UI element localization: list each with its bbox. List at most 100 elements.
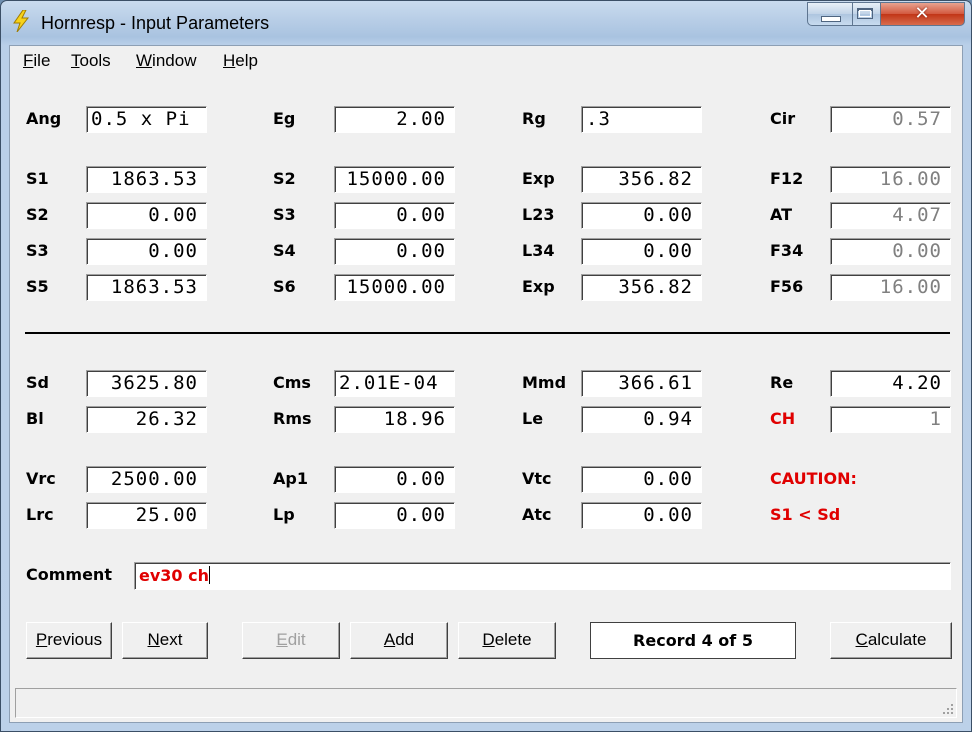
text-caret bbox=[209, 566, 210, 584]
cir-field: 0.57 bbox=[830, 106, 951, 133]
s2-field[interactable]: 15000.00 bbox=[334, 166, 455, 193]
cir-label: Cir bbox=[770, 109, 796, 128]
section-divider bbox=[25, 332, 950, 334]
le-label: Le bbox=[522, 409, 544, 428]
rg-field[interactable]: .3 bbox=[581, 106, 702, 133]
sd-label: Sd bbox=[26, 373, 49, 392]
comment-label: Comment bbox=[26, 565, 112, 584]
window-title: Hornresp - Input Parameters bbox=[41, 13, 270, 33]
comment-text: ev30 ch bbox=[139, 566, 209, 585]
l23-field[interactable]: 0.00 bbox=[581, 202, 702, 229]
application-window: Hornresp - Input Parameters ✕ File Tools… bbox=[0, 0, 972, 732]
mmd-field[interactable]: 366.61 bbox=[581, 370, 702, 397]
menu-bar: File Tools Window Help bbox=[10, 46, 962, 74]
menu-file[interactable]: File bbox=[23, 51, 50, 71]
menu-help[interactable]: Help bbox=[223, 51, 258, 71]
bl-label: Bl bbox=[26, 409, 44, 428]
status-bar bbox=[15, 688, 957, 718]
atc-label: Atc bbox=[522, 505, 552, 524]
vrc-field[interactable]: 2500.00 bbox=[86, 466, 207, 493]
s3-row3-label: S3 bbox=[26, 241, 49, 260]
f56-label: F56 bbox=[770, 277, 804, 296]
l34-label: L34 bbox=[522, 241, 555, 260]
l23-label: L23 bbox=[522, 205, 555, 224]
add-button[interactable]: Add bbox=[350, 622, 448, 659]
next-button[interactable]: Next bbox=[122, 622, 208, 659]
rms-field[interactable]: 18.96 bbox=[334, 406, 455, 433]
close-button[interactable]: ✕ bbox=[881, 2, 965, 26]
menu-window[interactable]: Window bbox=[136, 51, 196, 71]
s1-field[interactable]: 1863.53 bbox=[86, 166, 207, 193]
s3-label: S3 bbox=[273, 205, 296, 224]
lrc-label: Lrc bbox=[26, 505, 54, 524]
menu-tools[interactable]: Tools bbox=[71, 51, 111, 71]
vtc-field[interactable]: 0.00 bbox=[581, 466, 702, 493]
ch-label: CH bbox=[770, 409, 796, 428]
minimize-icon bbox=[821, 16, 841, 22]
f12-label: F12 bbox=[770, 169, 804, 188]
maximize-button[interactable] bbox=[853, 2, 881, 26]
lp-label: Lp bbox=[273, 505, 295, 524]
resize-grip-icon[interactable] bbox=[942, 703, 954, 715]
s6-label: S6 bbox=[273, 277, 296, 296]
f56-field: 16.00 bbox=[830, 274, 951, 301]
exp2-label: Exp bbox=[522, 277, 555, 296]
vrc-label: Vrc bbox=[26, 469, 56, 488]
caution-label: CAUTION: bbox=[770, 469, 857, 488]
vtc-label: Vtc bbox=[522, 469, 552, 488]
ap1-label: Ap1 bbox=[273, 469, 308, 488]
bl-field[interactable]: 26.32 bbox=[86, 406, 207, 433]
ch-field: 1 bbox=[830, 406, 951, 433]
f34-field: 0.00 bbox=[830, 238, 951, 265]
exp2-field[interactable]: 356.82 bbox=[581, 274, 702, 301]
s4-label: S4 bbox=[273, 241, 296, 260]
edit-button[interactable]: Edit bbox=[242, 622, 340, 659]
s5-field[interactable]: 1863.53 bbox=[86, 274, 207, 301]
client-area: File Tools Window Help Ang 0.5 x Pi Eg 2… bbox=[9, 45, 963, 723]
maximize-icon bbox=[857, 8, 873, 19]
s3-field[interactable]: 0.00 bbox=[334, 202, 455, 229]
input-parameters-form: Ang 0.5 x Pi Eg 2.00 Rg .3 Cir 0.57 S1 1… bbox=[10, 74, 962, 722]
s2-row2-field[interactable]: 0.00 bbox=[86, 202, 207, 229]
title-bar[interactable]: Hornresp - Input Parameters ✕ bbox=[1, 1, 971, 45]
lp-field[interactable]: 0.00 bbox=[334, 502, 455, 529]
re-field[interactable]: 4.20 bbox=[830, 370, 951, 397]
caution-detail: S1 < Sd bbox=[770, 505, 841, 524]
rg-label: Rg bbox=[522, 109, 546, 128]
s5-label: S5 bbox=[26, 277, 49, 296]
rms-label: Rms bbox=[273, 409, 312, 428]
f12-field: 16.00 bbox=[830, 166, 951, 193]
at-label: AT bbox=[770, 205, 793, 224]
ap1-field[interactable]: 0.00 bbox=[334, 466, 455, 493]
lightning-bolt-icon bbox=[13, 10, 30, 32]
exp1-field[interactable]: 356.82 bbox=[581, 166, 702, 193]
s2-row2-label: S2 bbox=[26, 205, 49, 224]
sd-field[interactable]: 3625.80 bbox=[86, 370, 207, 397]
at-field: 4.07 bbox=[830, 202, 951, 229]
previous-button[interactable]: Previous bbox=[26, 622, 112, 659]
f34-label: F34 bbox=[770, 241, 804, 260]
le-field[interactable]: 0.94 bbox=[581, 406, 702, 433]
lrc-field[interactable]: 25.00 bbox=[86, 502, 207, 529]
re-label: Re bbox=[770, 373, 794, 392]
cms-label: Cms bbox=[273, 373, 311, 392]
s4-field[interactable]: 0.00 bbox=[334, 238, 455, 265]
s1-label: S1 bbox=[26, 169, 49, 188]
exp1-label: Exp bbox=[522, 169, 555, 188]
comment-field[interactable]: ev30 ch bbox=[134, 562, 951, 590]
s2-label: S2 bbox=[273, 169, 296, 188]
close-icon: ✕ bbox=[914, 3, 930, 24]
calculate-button[interactable]: Calculate bbox=[830, 622, 952, 659]
eg-field[interactable]: 2.00 bbox=[334, 106, 455, 133]
ang-field[interactable]: 0.5 x Pi bbox=[86, 106, 207, 133]
minimize-button[interactable] bbox=[807, 2, 853, 26]
s6-field[interactable]: 15000.00 bbox=[334, 274, 455, 301]
l34-field[interactable]: 0.00 bbox=[581, 238, 702, 265]
delete-button[interactable]: Delete bbox=[458, 622, 556, 659]
record-indicator: Record 4 of 5 bbox=[590, 622, 796, 659]
cms-field[interactable]: 2.01E-04 bbox=[334, 370, 455, 397]
eg-label: Eg bbox=[273, 109, 296, 128]
ang-label: Ang bbox=[26, 109, 62, 128]
s3-row3-field[interactable]: 0.00 bbox=[86, 238, 207, 265]
atc-field[interactable]: 0.00 bbox=[581, 502, 702, 529]
